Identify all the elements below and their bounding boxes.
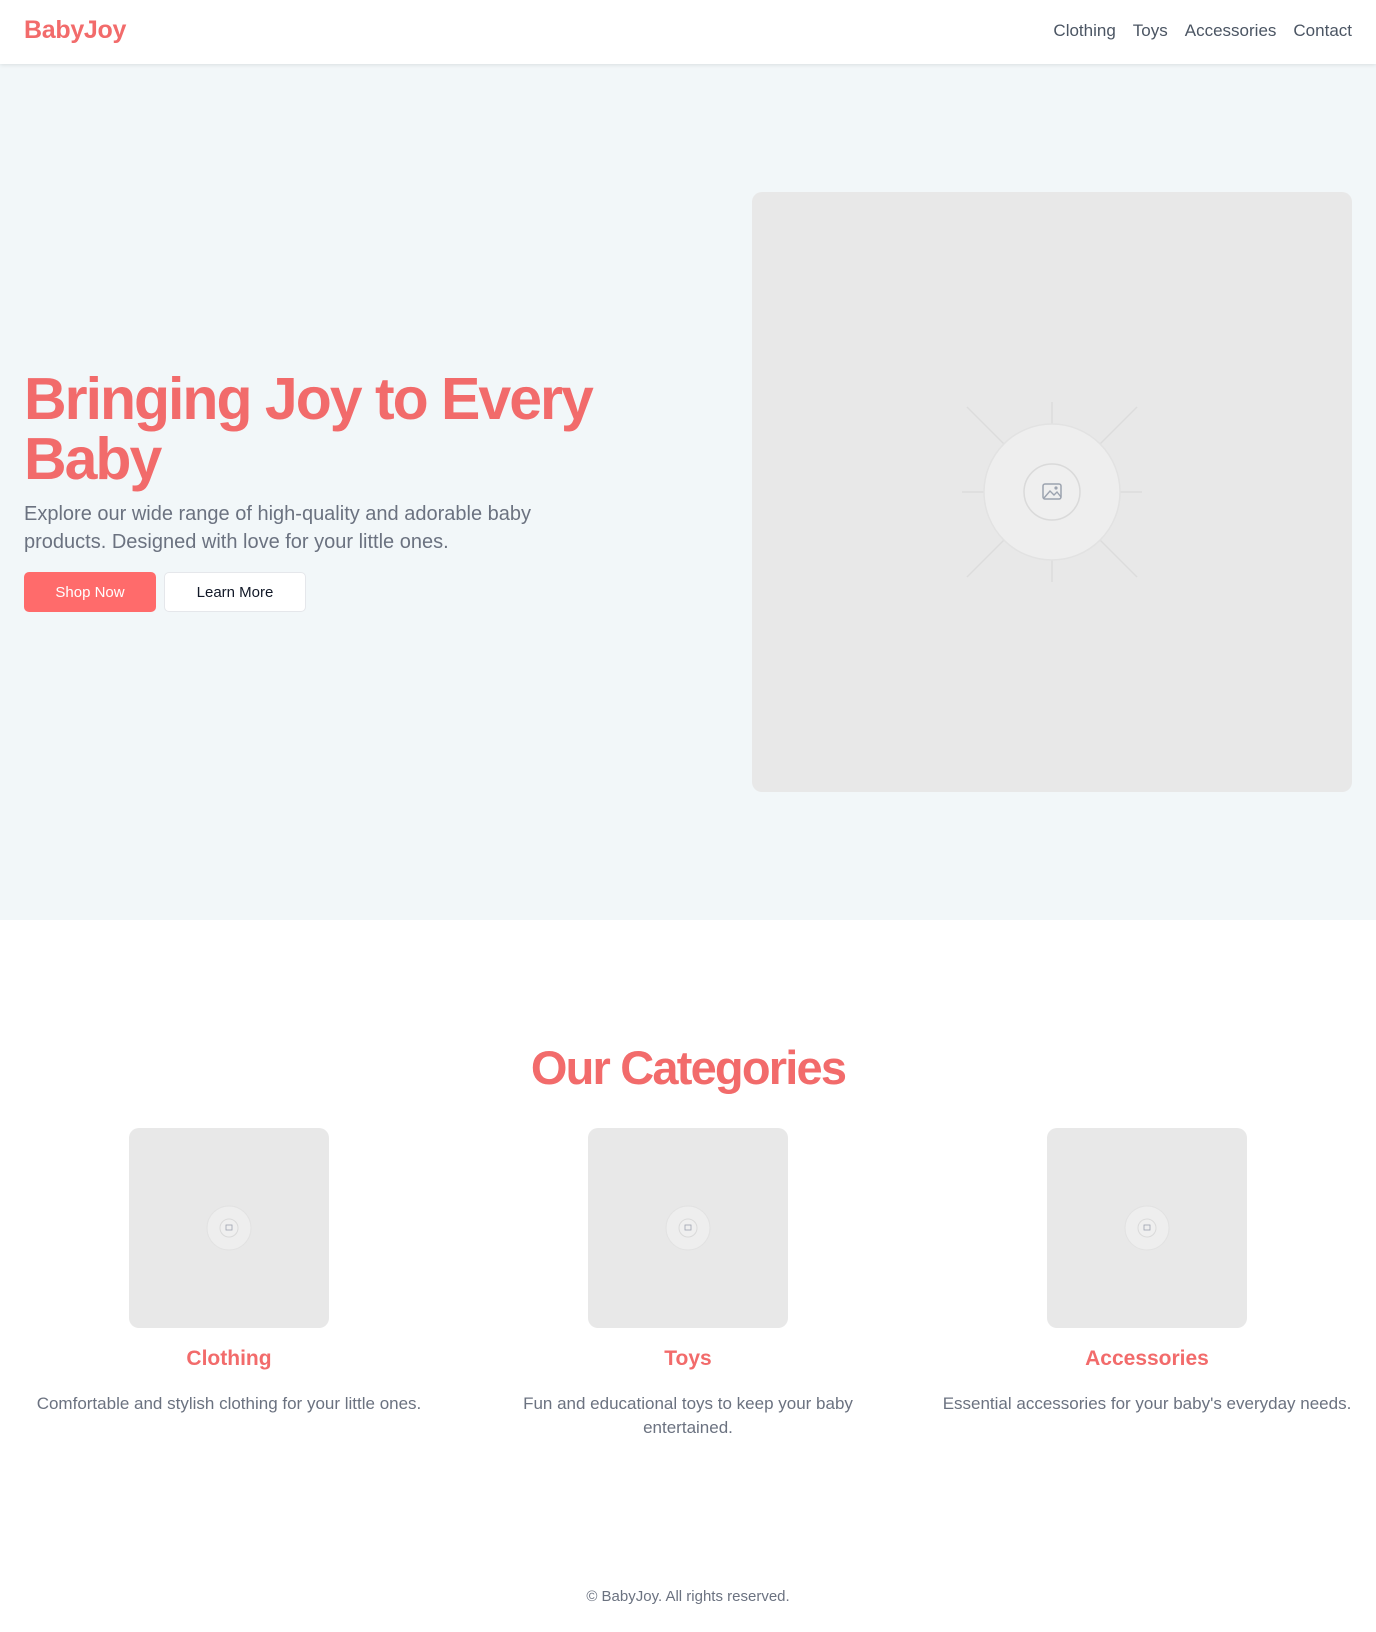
category-description: Essential accessories for your baby's ev…: [942, 1394, 1352, 1413]
image-placeholder-icon: [1124, 1205, 1170, 1251]
nav-link-accessories[interactable]: Accessories: [1185, 21, 1277, 41]
category-name: Toys: [664, 1347, 712, 1370]
nav-link-clothing[interactable]: Clothing: [1053, 21, 1115, 41]
nav-link-toys[interactable]: Toys: [1133, 21, 1168, 41]
site-header: BabyJoy Clothing Toys Accessories Contac…: [0, 0, 1376, 64]
hero-subtitle: Explore our wide range of high-quality a…: [24, 503, 532, 553]
logo[interactable]: BabyJoy: [24, 16, 126, 45]
image-placeholder-icon: [962, 402, 1142, 582]
category-image-placeholder: [129, 1128, 329, 1328]
hero-title: Bringing Joy to Every Baby: [24, 366, 594, 492]
category-description: Fun and educational toys to keep your ba…: [523, 1394, 853, 1437]
category-image-placeholder: [1047, 1128, 1247, 1328]
nav-link-contact[interactable]: Contact: [1293, 21, 1352, 41]
learn-more-button[interactable]: Learn More: [164, 572, 306, 612]
category-name: Clothing: [186, 1347, 272, 1370]
image-placeholder-icon: [206, 1205, 252, 1251]
footer-copyright: © BabyJoy. All rights reserved.: [586, 1588, 790, 1605]
category-card-toys[interactable]: Toys Fun and educational toys to keep yo…: [468, 1128, 908, 1440]
category-name: Accessories: [1085, 1347, 1209, 1370]
category-card-accessories[interactable]: Accessories Essential accessories for yo…: [927, 1128, 1367, 1416]
main-nav: Clothing Toys Accessories Contact: [1053, 21, 1352, 41]
categories-title: Our Categories: [530, 1041, 847, 1094]
hero-image-placeholder: [752, 192, 1352, 792]
shop-now-button[interactable]: Shop Now: [24, 572, 156, 612]
category-description: Comfortable and stylish clothing for you…: [36, 1394, 422, 1413]
category-image-placeholder: [588, 1128, 788, 1328]
hero-section: Bringing Joy to Every Baby Explore our w…: [0, 64, 1376, 920]
image-placeholder-icon: [665, 1205, 711, 1251]
category-card-clothing[interactable]: Clothing Comfortable and stylish clothin…: [9, 1128, 449, 1416]
